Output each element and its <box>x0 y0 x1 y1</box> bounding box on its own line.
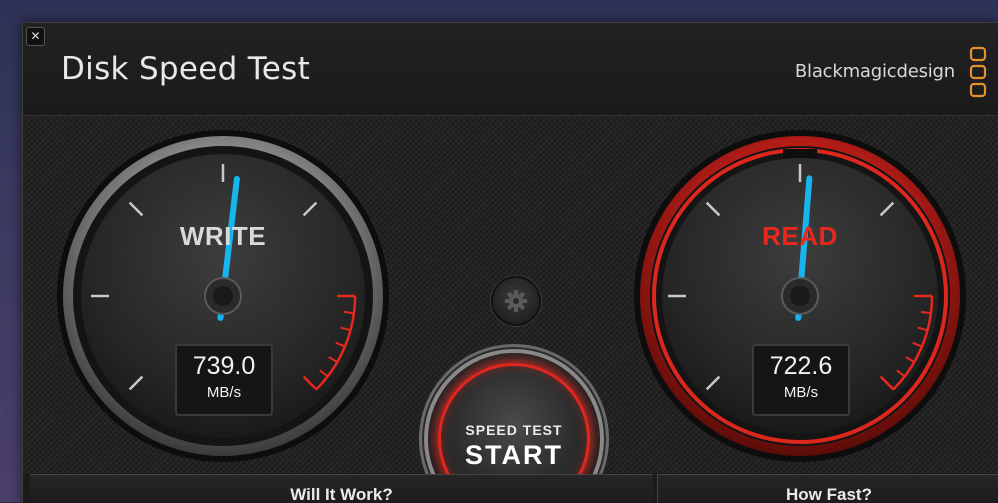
gauges-panel: WRITE 739.0 MB/s SPEED TEST START READ 7… <box>23 116 998 503</box>
app-title: Disk Speed Test <box>61 51 311 87</box>
settings-button[interactable] <box>491 276 541 326</box>
disk-speed-test-window: ✕ Disk Speed Test Blackmagicdesign WRITE… <box>22 22 998 503</box>
brand-name: Blackmagicdesign <box>794 61 955 82</box>
start-button-caption: SPEED TEST <box>465 422 563 438</box>
start-button-label: START <box>465 440 563 470</box>
close-button[interactable]: ✕ <box>26 27 45 46</box>
read-readout: 722.6 MB/s <box>752 344 850 416</box>
gear-icon <box>505 290 527 312</box>
tab-how-fast[interactable]: How Fast? <box>657 474 998 503</box>
read-label: READ <box>762 221 838 251</box>
write-speed-unit: MB/s <box>206 384 242 401</box>
read-gauge: READ 722.6 MB/s <box>633 129 967 463</box>
window-header: ✕ Disk Speed Test Blackmagicdesign <box>23 23 998 116</box>
write-label: WRITE <box>179 221 267 251</box>
tab-will-it-work[interactable]: Will It Work? <box>30 474 653 503</box>
read-redzone-tick <box>920 310 932 315</box>
write-redzone-tick <box>343 310 355 315</box>
write-readout: 739.0 MB/s <box>175 344 273 416</box>
read-speed-value: 722.6 <box>769 352 833 380</box>
blackmagic-logo-icon <box>969 46 987 98</box>
write-speed-value: 739.0 <box>192 352 256 380</box>
read-speed-unit: MB/s <box>783 384 819 401</box>
write-gauge: WRITE 739.0 MB/s <box>56 129 390 463</box>
